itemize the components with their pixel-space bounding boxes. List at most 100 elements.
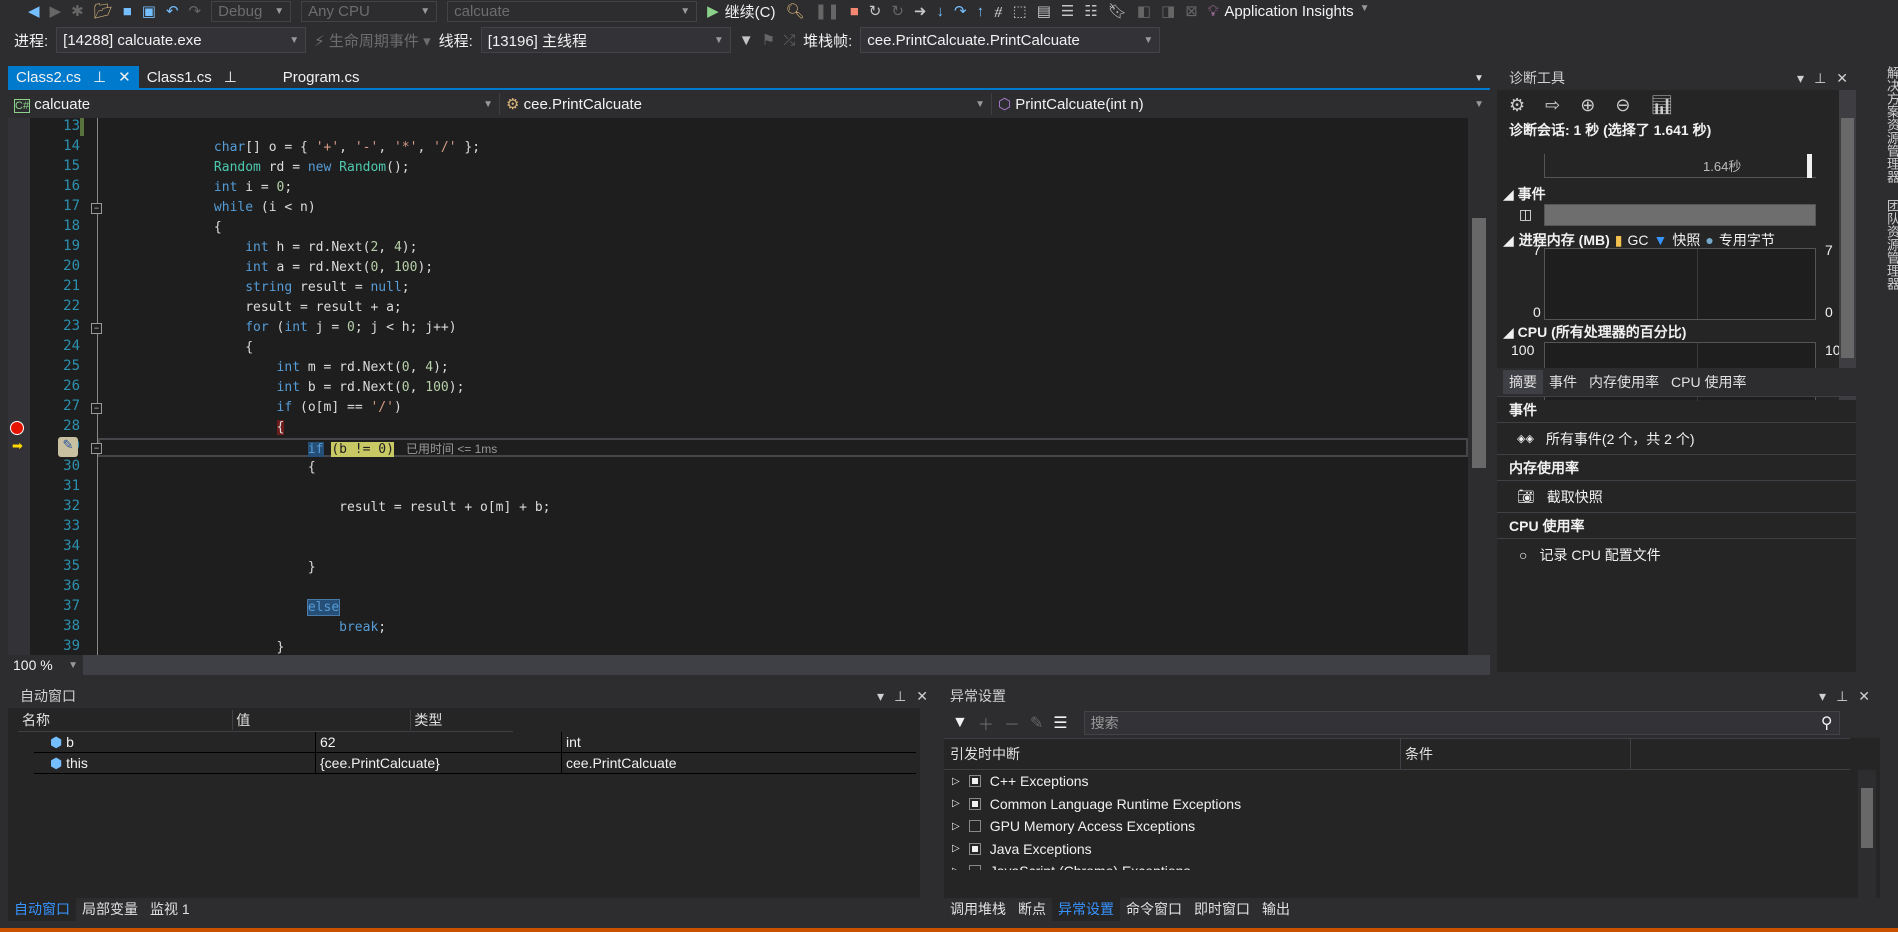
expand-icon[interactable]: ▷ (952, 798, 960, 809)
collapse-icon[interactable]: − (91, 323, 102, 334)
code-line[interactable]: char[] o = { '+', '-', '*', '/' }; (120, 140, 480, 155)
project-dropdown[interactable]: C# calcuate ▼ (8, 93, 500, 115)
lifecycle-events-button[interactable]: ⚡︎ 生命周期事件 ▾ (314, 30, 430, 51)
code-line[interactable]: int a = rd.Next(0, 100); (120, 260, 433, 275)
code-line[interactable]: { (120, 460, 316, 475)
diag-scrollbar[interactable] (1839, 90, 1856, 400)
step-into-icon[interactable]: ↓ (936, 3, 944, 20)
col-break-when-thrown[interactable]: 引发时中断 (944, 739, 1401, 769)
close-icon[interactable]: ✕ (1836, 70, 1848, 87)
platform-dropdown[interactable]: Any CPU ▼ (301, 0, 438, 22)
hex-icon[interactable]: ⧣ (994, 3, 1002, 20)
comment-icon[interactable]: ☰ (1061, 2, 1074, 20)
export-icon[interactable]: ⇨ (1545, 95, 1560, 116)
close-icon[interactable]: ✕ (1858, 688, 1870, 705)
code-line[interactable]: { (120, 340, 253, 355)
pin-icon[interactable]: ⊥ (224, 68, 237, 86)
col-conditions[interactable]: 条件 (1401, 739, 1631, 769)
member-dropdown[interactable]: ⬡ PrintCalcuate(int n) ▼ (992, 93, 1490, 115)
thread-dropdown[interactable]: [13196] 主线程 ▼ (480, 27, 731, 53)
restore-defaults-icon[interactable]: ☰ (1053, 713, 1067, 733)
dropdown-icon[interactable]: ▾ (1819, 688, 1826, 705)
exception-row[interactable]: ▷ Java Exceptions (944, 838, 1880, 861)
close-icon[interactable]: ✕ (916, 688, 928, 705)
collapse-icon[interactable]: − (91, 403, 102, 414)
record-cpu-profile-button[interactable]: ○ 记录 CPU 配置文件 (1497, 538, 1856, 570)
solution-explorer-tab[interactable]: 解决方案资源管理器 (1883, 66, 1898, 183)
collapse-icon[interactable]: − (91, 443, 102, 454)
tab-0[interactable]: 调用堆栈 (944, 897, 1012, 921)
filter-icon[interactable]: ▼ (952, 714, 968, 732)
zoom-dropdown[interactable]: 100 % ▼ (8, 655, 83, 675)
exception-row[interactable]: ▷ JavaScript (Chrome) Exceptions (944, 860, 1880, 870)
team-explorer-tab[interactable]: 团队资源管理器 (1883, 199, 1898, 290)
startup-dropdown[interactable]: calcuate ▼ (447, 0, 698, 22)
pin-icon[interactable]: ⊥ (93, 68, 106, 86)
code-line[interactable]: string result = null; (120, 280, 409, 295)
code-line[interactable]: for (int j = 0; j < h; j++) (120, 320, 456, 335)
collapse-icon[interactable]: − (91, 203, 102, 214)
code-editor[interactable]: 13 14 char[] o = { '+', '-', '*', '/' }; 1… (8, 118, 1468, 655)
dropdown-icon[interactable]: ▾ (1797, 70, 1804, 87)
tab-class2[interactable]: Class2.cs ⊥ ✕ (8, 66, 139, 88)
pin-icon[interactable]: ⊥ (1836, 688, 1848, 705)
col-name[interactable]: 名称 (18, 709, 234, 730)
filter-icon[interactable]: ▼ (739, 32, 754, 49)
tab-autos[interactable]: 自动窗口 (8, 897, 76, 921)
code-line[interactable]: if (o[m] == '/') (120, 400, 402, 415)
code-line[interactable]: result = result + o[m] + b; (120, 500, 550, 515)
code-line[interactable]: int h = rd.Next(2, 4); (120, 240, 417, 255)
pin-icon[interactable]: ⊥ (1814, 70, 1826, 87)
find-icon[interactable]: 🔍︎ (786, 2, 805, 20)
dropdown-icon[interactable]: ▾ (877, 688, 884, 705)
editor-vertical-scrollbar[interactable] (1468, 118, 1490, 655)
exception-checkbox[interactable] (968, 820, 981, 833)
tab-overflow-icon[interactable]: ▼ (1474, 73, 1484, 84)
expand-icon[interactable]: ▷ (952, 821, 960, 832)
tab-program[interactable]: Program.cs (275, 66, 368, 88)
code-line[interactable]: } (120, 560, 316, 575)
tab-summary[interactable]: 摘要 (1503, 370, 1543, 394)
chart-help-icon[interactable]: 📊︎ (1650, 95, 1673, 116)
undo-icon[interactable]: ↶ (166, 2, 179, 20)
exception-row[interactable]: ▷ C++ Exceptions (944, 770, 1880, 793)
show-next-statement-icon[interactable]: ➜ (914, 2, 927, 20)
tab-locals[interactable]: 局部变量 (76, 897, 144, 921)
memory-chart[interactable] (1544, 248, 1816, 320)
tab-memory[interactable]: 内存使用率 (1583, 370, 1665, 394)
scroll-thumb[interactable] (1472, 218, 1486, 468)
redo-icon[interactable]: ↷ (189, 2, 202, 20)
expand-icon[interactable]: ▷ (952, 866, 960, 870)
tab-2[interactable]: 异常设置 (1052, 897, 1120, 921)
code-line[interactable]: { (120, 420, 285, 435)
class-dropdown[interactable]: ⚙︎ cee.PrintCalcuate ▼ (500, 93, 992, 115)
code-line[interactable]: int b = rd.Next(0, 100); (120, 380, 465, 395)
quick-actions-icon[interactable]: ✎ (58, 437, 78, 457)
events-track[interactable] (1544, 204, 1816, 226)
prev-bookmark-icon[interactable]: ◧ (1137, 2, 1151, 20)
exception-search-input[interactable]: 搜索 ⚲ (1083, 711, 1840, 735)
restart-icon[interactable]: ↻ (869, 2, 882, 20)
code-line[interactable]: int i = 0; (120, 180, 292, 195)
tab-4[interactable]: 即时窗口 (1188, 897, 1256, 921)
code-line[interactable]: } (120, 640, 285, 655)
code-line[interactable]: { (120, 220, 222, 235)
step-out-icon[interactable]: ↑ (977, 3, 985, 20)
save-icon[interactable]: ■ (123, 3, 132, 20)
settings-icon[interactable]: ⚙︎ (1509, 95, 1525, 116)
indicator-margin[interactable] (8, 118, 30, 655)
clear-bookmark-icon[interactable]: ⊠ (1185, 2, 1198, 20)
tab-watch1[interactable]: 监视 1 (144, 897, 196, 921)
col-type[interactable]: 类型 (411, 710, 513, 730)
next-bookmark-icon[interactable]: ◨ (1161, 2, 1175, 20)
take-snapshot-button[interactable]: 📷︎ 截取快照 (1497, 480, 1856, 512)
bookmark-icon[interactable]: 🔖︎ (1108, 2, 1127, 20)
continue-button[interactable]: ▶ 继续(C) (707, 1, 775, 22)
exception-checkbox[interactable] (968, 842, 981, 855)
timeline-ruler[interactable]: 1.64秒 (1544, 154, 1816, 178)
stack-frame-dropdown[interactable]: cee.PrintCalcuate.PrintCalcuate ▼ (860, 27, 1161, 53)
code-line[interactable]: break; (120, 620, 386, 635)
code-line[interactable]: Random rd = new Random(); (120, 160, 410, 175)
col-value[interactable]: 值 (233, 709, 412, 730)
exceptions-scrollbar[interactable] (1858, 770, 1876, 898)
